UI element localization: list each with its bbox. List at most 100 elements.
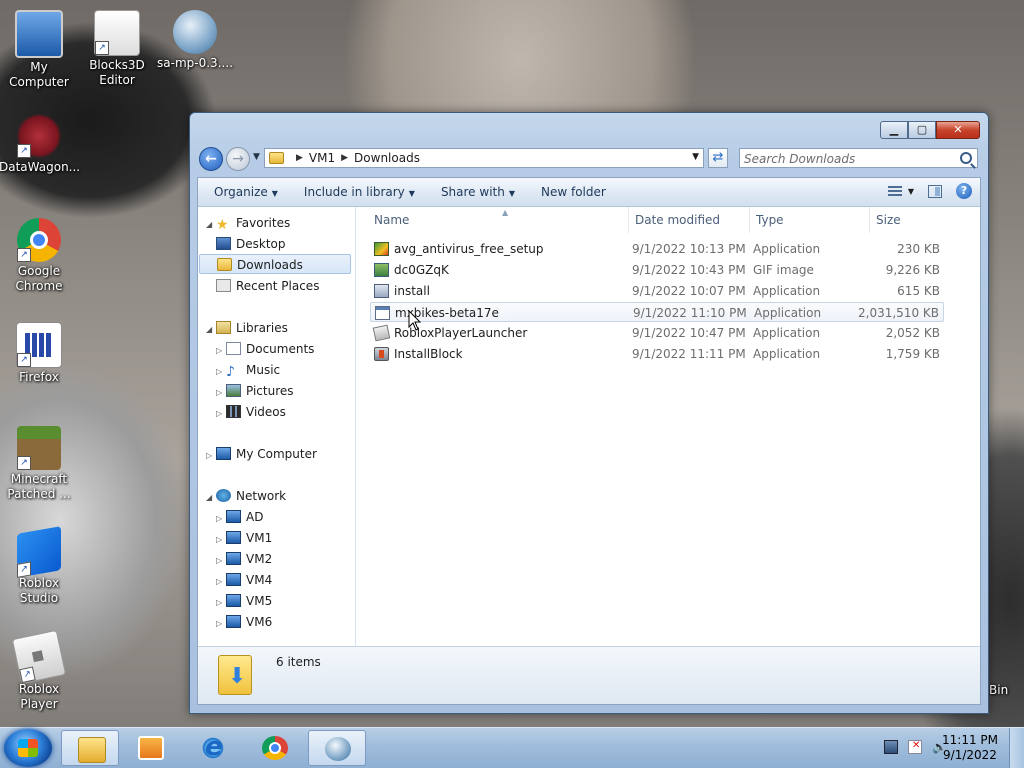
- minimize-button[interactable]: ▁: [880, 121, 908, 139]
- file-row[interactable]: InstallBlock 9/1/2022 11:11 PM Applicati…: [370, 344, 944, 364]
- nav-downloads[interactable]: Downloads: [199, 254, 351, 274]
- nav-host-vm1[interactable]: ▷ VM1: [216, 528, 272, 548]
- nav-pictures[interactable]: ▷ Pictures: [216, 381, 294, 401]
- desktop-icon-google-chrome[interactable]: ↗ Google Chrome: [0, 218, 79, 294]
- file-row-hovered[interactable]: mxbikes-beta17e 9/1/2022 11:10 PM Applic…: [370, 302, 944, 322]
- nav-favorites[interactable]: ◢ ★ Favorites: [206, 213, 290, 233]
- recent-pages-dropdown[interactable]: ▼: [253, 152, 260, 162]
- desktop-icon-label: My Computer: [9, 60, 69, 89]
- taskbar-sa-mp-installer[interactable]: [308, 730, 366, 766]
- column-header-type[interactable]: Type: [749, 207, 869, 233]
- expand-arrow-icon[interactable]: ▷: [216, 362, 226, 382]
- organize-button[interactable]: Organize ▼: [204, 185, 288, 199]
- expand-arrow-icon[interactable]: ▷: [216, 341, 226, 361]
- nav-music[interactable]: ▷ ♪ Music: [216, 360, 280, 380]
- nav-host-ad[interactable]: ▷ AD: [216, 507, 263, 527]
- forward-button[interactable]: →: [226, 147, 250, 171]
- recent-places-icon: [216, 279, 231, 292]
- preview-pane-icon[interactable]: [928, 184, 942, 198]
- file-row[interactable]: RobloxPlayerLauncher 9/1/2022 10:47 PM A…: [370, 323, 944, 343]
- shortcut-arrow-icon: ↗: [17, 144, 31, 158]
- explorer-content: Organize ▼ Include in library ▼ Share with…: [197, 177, 981, 705]
- nav-documents[interactable]: ▷ Documents: [216, 339, 314, 359]
- maximize-button[interactable]: ▢: [908, 121, 936, 139]
- help-icon[interactable]: ?: [956, 183, 972, 199]
- shortcut-arrow-icon: ↗: [19, 666, 36, 684]
- nav-host-vm4[interactable]: ▷ VM4: [216, 570, 272, 590]
- expand-arrow-icon[interactable]: ▷: [216, 383, 226, 403]
- breadcrumb-vm1[interactable]: VM1: [309, 151, 335, 165]
- avg-icon: [374, 242, 389, 256]
- expand-arrow-icon[interactable]: ▷: [216, 404, 226, 424]
- expand-arrow-icon[interactable]: ▷: [216, 530, 226, 550]
- column-header-size[interactable]: Size: [869, 207, 954, 233]
- file-row[interactable]: avg_antivirus_free_setup 9/1/2022 10:13 …: [370, 239, 944, 259]
- expand-arrow-icon[interactable]: ◢: [206, 320, 216, 340]
- nav-network[interactable]: ◢ Network: [206, 486, 286, 506]
- file-type: Application: [754, 306, 822, 320]
- expand-arrow-icon[interactable]: ◢: [206, 215, 216, 235]
- new-folder-button[interactable]: New folder: [531, 185, 616, 199]
- taskbar-media-player[interactable]: [122, 730, 180, 766]
- desktop-icon-roblox-player[interactable]: ↗ Roblox Player: [0, 629, 79, 712]
- desktop-icon-datawagon[interactable]: ↗ DataWagon...: [0, 114, 80, 175]
- gif-icon: [374, 263, 389, 277]
- shortcut-arrow-icon: ↗: [17, 456, 31, 470]
- breadcrumb-separator-icon[interactable]: ▶: [341, 153, 348, 163]
- file-date: 9/1/2022 11:10 PM: [633, 306, 747, 320]
- file-row[interactable]: install 9/1/2022 10:07 PM Application 61…: [370, 281, 944, 301]
- desktop-icon-sa-mp[interactable]: sa-mp-0.3....: [155, 10, 235, 71]
- action-center-flag-icon[interactable]: [908, 740, 922, 754]
- expand-arrow-icon[interactable]: ▷: [216, 593, 226, 613]
- back-button[interactable]: ←: [199, 147, 223, 171]
- address-dropdown-icon[interactable]: ▼: [692, 152, 699, 162]
- search-input[interactable]: [740, 149, 953, 168]
- breadcrumb-downloads[interactable]: Downloads: [354, 151, 420, 165]
- star-icon: ★: [216, 217, 229, 233]
- file-date: 9/1/2022 10:47 PM: [632, 326, 746, 340]
- clock[interactable]: 11:11 PM 9/1/2022: [942, 733, 998, 763]
- nav-videos[interactable]: ▷ Videos: [216, 402, 286, 422]
- taskbar-internet-explorer[interactable]: [184, 730, 242, 766]
- address-bar[interactable]: ▶ VM1 ▶ Downloads ▼: [264, 148, 704, 168]
- taskbar-chrome[interactable]: [246, 730, 304, 766]
- desktop-icon-firefox[interactable]: ↗ Firefox: [0, 322, 79, 385]
- expand-arrow-icon[interactable]: ▷: [206, 446, 216, 466]
- column-header-date-modified[interactable]: Date modified: [628, 207, 748, 233]
- column-header-name[interactable]: Name ▲: [374, 207, 630, 233]
- share-with-button[interactable]: Share with ▼: [431, 185, 525, 199]
- search-icon[interactable]: [960, 152, 972, 164]
- breadcrumb-separator-icon[interactable]: ▶: [296, 153, 303, 163]
- network-status-icon[interactable]: [884, 740, 898, 754]
- clock-time: 11:11 PM: [942, 733, 998, 747]
- nav-my-computer[interactable]: ▷ My Computer: [206, 444, 317, 464]
- nav-libraries[interactable]: ◢ Libraries: [206, 318, 288, 338]
- expand-arrow-icon[interactable]: ▷: [216, 509, 226, 529]
- nav-host-vm5[interactable]: ▷ VM5: [216, 591, 272, 611]
- shortcut-arrow-icon: ↗: [95, 41, 109, 55]
- desktop-icon-minecraft[interactable]: ↗ Minecraft Patched ...: [0, 426, 79, 502]
- nav-recent-places[interactable]: Recent Places: [216, 276, 319, 296]
- expand-arrow-icon[interactable]: ▷: [216, 572, 226, 592]
- refresh-button[interactable]: ⇄: [708, 148, 728, 168]
- system-tray: 🔈: [884, 740, 947, 754]
- desktop-icon-roblox-studio[interactable]: ↗ Roblox Studio: [0, 526, 79, 606]
- expand-arrow-icon[interactable]: ▷: [216, 614, 226, 634]
- nav-host-vm2[interactable]: ▷ VM2: [216, 549, 272, 569]
- desktop-icon-my-computer[interactable]: My Computer: [0, 10, 79, 90]
- include-in-library-button[interactable]: Include in library ▼: [294, 185, 425, 199]
- desktop-icon-recycle-bin-label[interactable]: Bin: [989, 683, 1008, 697]
- blocks3d-icon: ↗: [94, 10, 140, 56]
- expand-arrow-icon[interactable]: ◢: [206, 488, 216, 508]
- nav-desktop[interactable]: Desktop: [216, 234, 286, 254]
- show-desktop-button[interactable]: [1009, 728, 1024, 768]
- file-row[interactable]: dc0GZqK 9/1/2022 10:43 PM GIF image 9,22…: [370, 260, 944, 280]
- expand-arrow-icon[interactable]: ▷: [216, 551, 226, 571]
- change-view-button[interactable]: ▼: [887, 185, 914, 197]
- desktop-icon-label: sa-mp-0.3....: [157, 56, 233, 70]
- start-button[interactable]: [4, 729, 52, 767]
- taskbar-explorer[interactable]: [61, 730, 119, 766]
- nav-host-vm6[interactable]: ▷ VM6: [216, 612, 272, 632]
- desktop-icon-blocks3d-editor[interactable]: ↗ Blocks3D Editor: [77, 10, 157, 88]
- close-button[interactable]: ✕: [936, 121, 980, 139]
